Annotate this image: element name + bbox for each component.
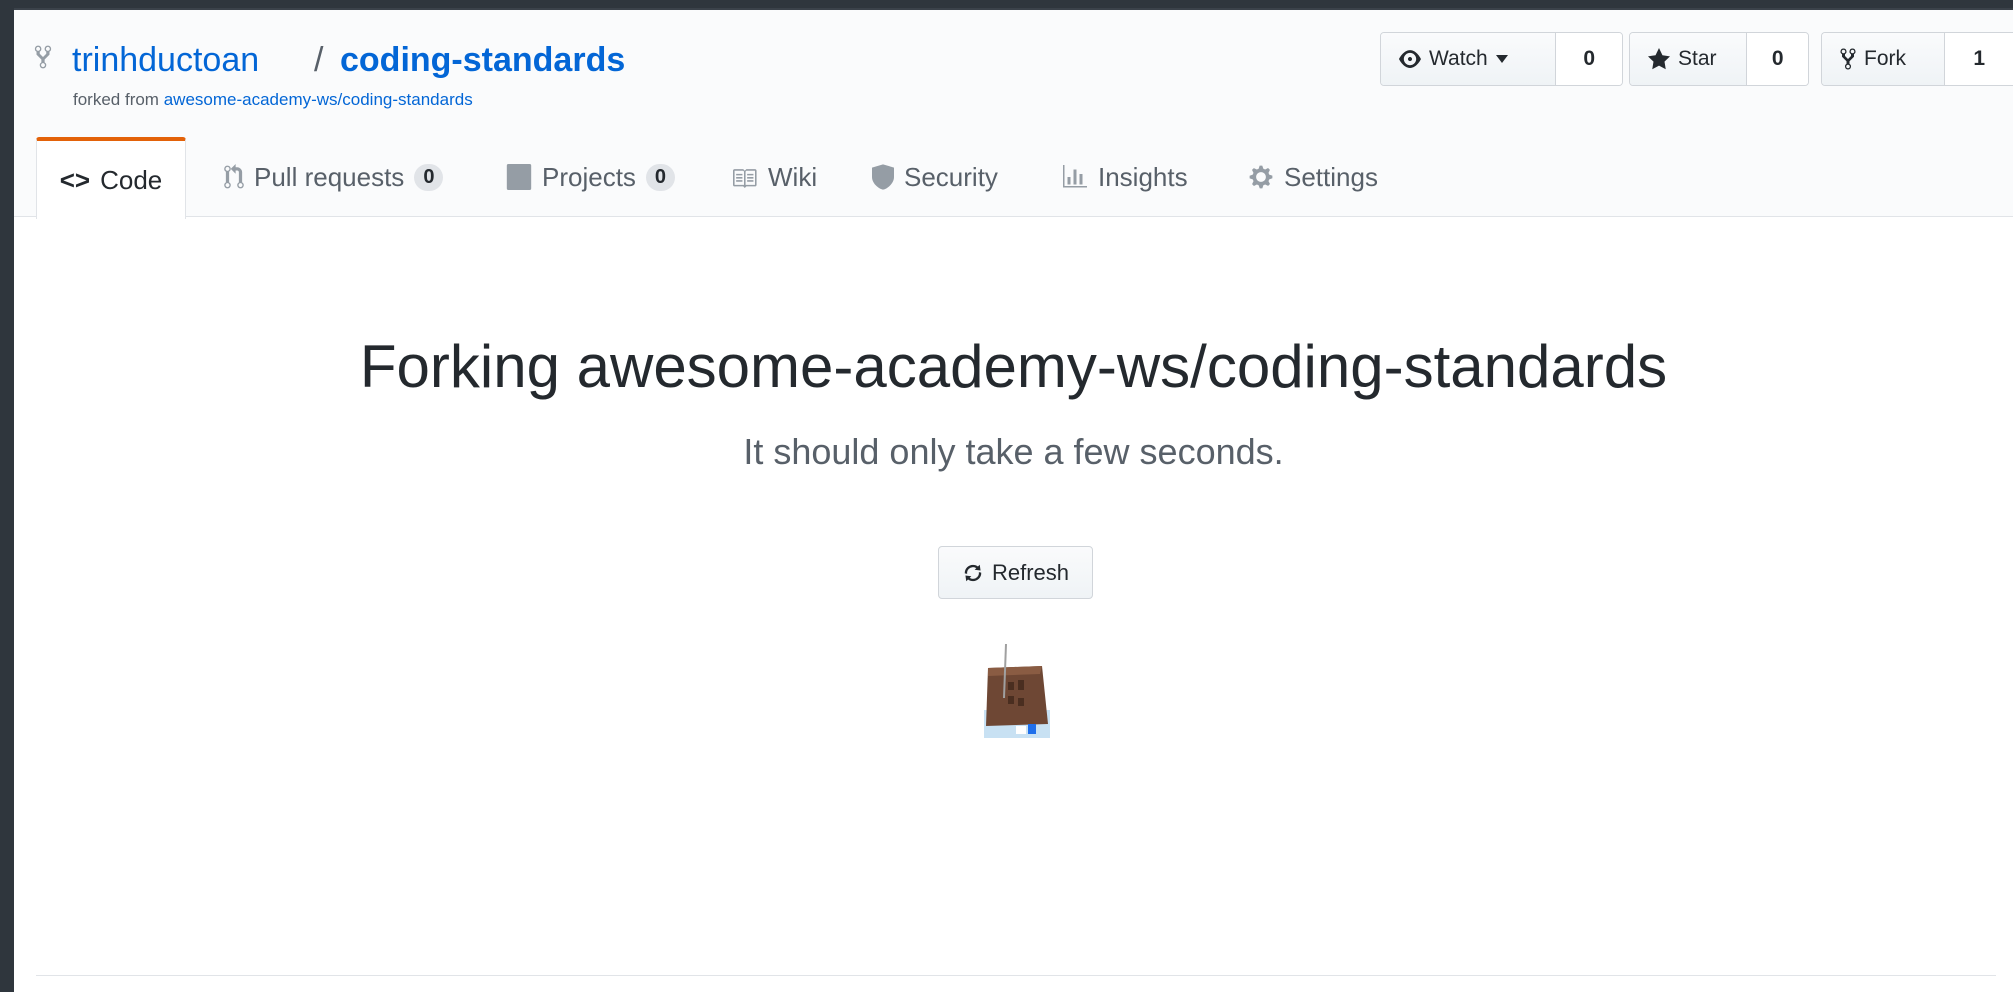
watch-button-group: Watch 0 <box>1380 32 1623 86</box>
repo-nav: <> Code Pull requests 0 Projects 0 Wiki … <box>36 137 1996 219</box>
star-button[interactable]: Star <box>1630 33 1748 85</box>
page-subtitle: It should only take a few seconds. <box>743 431 1284 472</box>
repo-forked-icon <box>34 44 52 70</box>
watch-count[interactable]: 0 <box>1556 33 1622 85</box>
tab-settings[interactable]: Settings <box>1248 137 1378 217</box>
tab-insights-label: Insights <box>1098 161 1188 192</box>
tab-projects-label: Projects <box>542 161 636 192</box>
repo-header: trinhductoan / coding-standards forked f… <box>14 10 2013 219</box>
projects-counter: 0 <box>645 163 676 191</box>
star-count[interactable]: 0 <box>1747 33 1808 85</box>
pull-requests-counter: 0 <box>414 163 444 191</box>
tab-code-label: Code <box>100 164 163 195</box>
watch-button[interactable]: Watch <box>1381 33 1557 85</box>
repo-path-separator: / <box>314 41 324 79</box>
sync-icon <box>962 562 984 584</box>
fork-label: Fork <box>1864 47 1906 70</box>
page-title: Forking awesome-academy-ws/coding-standa… <box>359 333 1668 400</box>
forked-from-label: forked from <box>73 90 159 109</box>
project-icon <box>506 164 532 190</box>
fork-button[interactable]: Fork <box>1822 33 1946 85</box>
fork-count[interactable]: 1 <box>1945 33 2013 85</box>
tab-pull-requests-label: Pull requests <box>254 161 405 192</box>
tab-code[interactable]: <> Code <box>36 137 186 219</box>
star-icon <box>1648 48 1670 70</box>
repo-name-link[interactable]: coding-standards <box>340 40 625 80</box>
refresh-label: Refresh <box>991 559 1070 585</box>
forking-animation-image <box>964 638 1074 758</box>
code-icon: <> <box>59 164 91 195</box>
tab-projects[interactable]: Projects 0 <box>506 137 676 217</box>
tab-insights[interactable]: Insights <box>1062 137 1188 217</box>
tab-wiki[interactable]: Wiki <box>730 137 817 217</box>
gear-icon <box>1248 164 1274 190</box>
tab-security-label: Security <box>904 161 998 192</box>
book-icon <box>730 166 758 188</box>
fork-button-group: Fork 1 <box>1821 32 2013 86</box>
chevron-down-icon <box>1495 55 1508 63</box>
tab-settings-label: Settings <box>1284 161 1378 192</box>
forked-from-line: forked from awesome-academy-ws/coding-st… <box>73 90 473 110</box>
star-label: Star <box>1678 47 1717 70</box>
git-pull-request-icon <box>224 164 244 190</box>
browser-frame: trinhductoan / coding-standards forked f… <box>14 8 2013 992</box>
shield-icon <box>872 164 894 190</box>
star-button-group: Star 0 <box>1629 32 1809 86</box>
watch-label: Watch <box>1429 47 1488 70</box>
eye-icon <box>1399 50 1421 68</box>
tab-wiki-label: Wiki <box>768 161 818 192</box>
tab-pull-requests[interactable]: Pull requests 0 <box>224 137 444 217</box>
repo-owner-link[interactable]: trinhductoan <box>72 40 259 80</box>
tab-security[interactable]: Security <box>872 137 998 217</box>
repo-forked-icon <box>1840 47 1856 71</box>
refresh-button[interactable]: Refresh <box>938 546 1093 599</box>
footer-divider <box>36 975 1996 976</box>
graph-icon <box>1062 165 1088 189</box>
forked-source-link[interactable]: awesome-academy-ws/coding-standards <box>164 90 473 109</box>
